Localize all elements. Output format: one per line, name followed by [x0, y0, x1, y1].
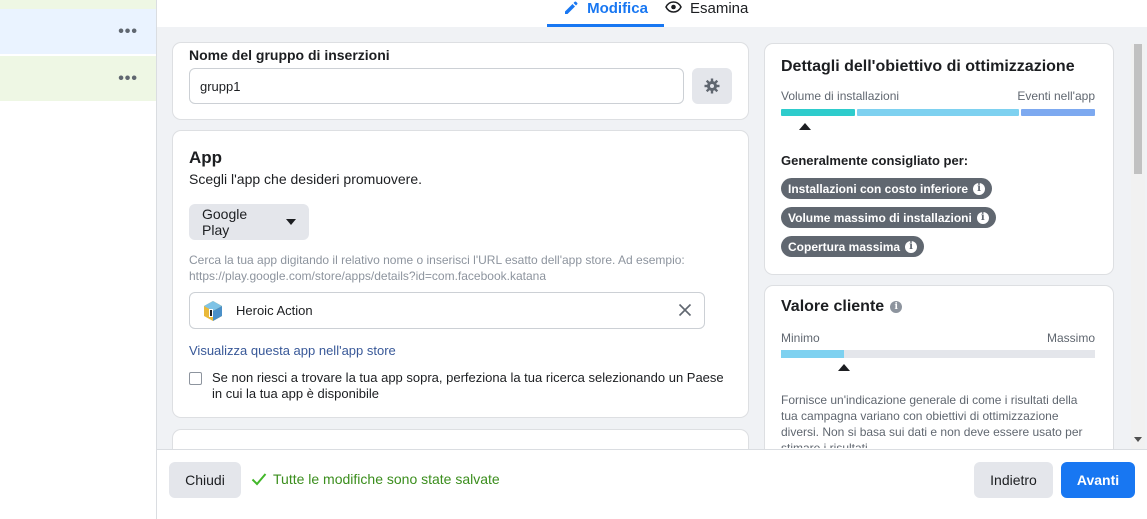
optimization-scale-bar: [781, 109, 1095, 116]
pill-label: Volume massimo di installazioni: [788, 210, 972, 225]
main-panel: Modifica Esamina Nome del gruppo di inse…: [157, 0, 1147, 519]
info-icon[interactable]: i: [976, 211, 989, 224]
selected-app-name: Heroic Action: [236, 303, 313, 318]
optimization-scale-labels: Volume di installazioni Eventi nell'app: [781, 89, 1095, 103]
recommended-label: Generalmente consigliato per:: [781, 153, 969, 168]
tabs-bar: Modifica Esamina: [157, 0, 1147, 27]
left-sidebar: ••• •••: [0, 0, 157, 519]
country-refine-option[interactable]: Se non riesci a trovare la tua app sopra…: [189, 370, 734, 402]
app-section-subtitle: Scegli l'app che desideri promuovere.: [189, 171, 423, 187]
app-card: App Scegli l'app che desideri promuovere…: [173, 131, 748, 417]
sidebar-row-top[interactable]: [0, 0, 156, 9]
info-icon[interactable]: i: [973, 182, 986, 195]
eye-icon: [665, 1, 682, 13]
optimization-details-card: Dettagli dell'obiettivo di ottimizzazion…: [765, 44, 1113, 274]
tab-review-label: Esamina: [690, 0, 749, 17]
more-icon[interactable]: •••: [118, 70, 138, 87]
scale-pointer-icon: [799, 123, 811, 130]
info-icon[interactable]: i: [890, 301, 903, 313]
customer-value-description: Fornisce un'indicazione generale di come…: [781, 393, 1083, 448]
app-search-field[interactable]: Heroic Action: [189, 292, 705, 329]
tab-review[interactable]: Esamina: [665, 0, 748, 27]
pencil-icon: [565, 1, 578, 14]
customer-value-title: Valore cliente i: [781, 298, 903, 316]
app-section-title: App: [189, 148, 223, 167]
customer-value-track: [781, 350, 1095, 358]
check-icon: [251, 473, 267, 486]
country-refine-checkbox[interactable]: [189, 372, 202, 385]
caret-down-icon: [286, 219, 296, 225]
back-button[interactable]: Indietro: [974, 462, 1053, 498]
country-refine-label: Se non riesci a trovare la tua app sopra…: [212, 370, 724, 401]
save-status: Tutte le modifiche sono state salvate: [251, 471, 500, 487]
customer-value-fill: [781, 350, 844, 358]
app-events-label: Eventi nell'app: [1017, 89, 1095, 103]
pill-label: Copertura massima: [788, 239, 901, 254]
tab-edit[interactable]: Modifica: [547, 0, 664, 27]
maximum-label: Massimo: [1046, 331, 1095, 345]
app-search-help: Cerca la tua app digitando il relativo n…: [189, 253, 685, 283]
scrollbar-thumb[interactable]: [1134, 44, 1142, 174]
optimization-details-title: Dettagli dell'obiettivo di ottimizzazion…: [781, 58, 1075, 75]
adset-name-label: Nome del gruppo di inserzioni: [189, 47, 390, 63]
footer-bar: Chiudi Tutte le modifiche sono state sal…: [157, 449, 1147, 519]
scrollbar[interactable]: [1131, 44, 1145, 449]
adset-name-card: Nome del gruppo di inserzioni grupp1: [173, 43, 748, 119]
minimum-label: Minimo: [781, 331, 820, 345]
recommendation-pill[interactable]: Copertura massima i: [781, 236, 925, 257]
customer-value-title-text: Valore cliente: [781, 298, 885, 315]
settings-button[interactable]: [692, 68, 732, 104]
sidebar-row-campaign[interactable]: •••: [0, 9, 156, 54]
install-volume-label: Volume di installazioni: [781, 89, 900, 103]
gear-icon: [704, 78, 720, 94]
scale-pointer-icon: [838, 364, 850, 371]
recommendation-pill[interactable]: Volume massimo di installazioni i: [781, 207, 996, 228]
app-store-dropdown[interactable]: Google Play: [189, 204, 309, 240]
scale-segment-1: [781, 109, 855, 116]
app-icon: [204, 300, 222, 321]
more-icon[interactable]: •••: [118, 23, 138, 40]
scale-segment-2: [857, 109, 1019, 116]
view-in-store-link[interactable]: Visualizza questa app nell'app store: [189, 343, 396, 358]
close-icon[interactable]: [678, 303, 692, 317]
customer-value-scale-labels: Minimo Massimo: [781, 331, 1095, 345]
app-store-label: Google Play: [202, 206, 248, 238]
scroll-down-icon[interactable]: [1134, 437, 1142, 442]
tab-edit-label: Modifica: [587, 0, 648, 17]
customer-value-card: Valore cliente i Minimo Massimo Fornisce…: [765, 286, 1113, 466]
close-button[interactable]: Chiudi: [169, 462, 241, 498]
save-status-text: Tutte le modifiche sono state salvate: [273, 471, 500, 487]
adset-name-input[interactable]: grupp1: [189, 68, 684, 104]
info-icon[interactable]: i: [905, 240, 918, 253]
next-button[interactable]: Avanti: [1061, 462, 1135, 498]
scale-segment-3: [1021, 109, 1095, 116]
recommendation-pill[interactable]: Installazioni con costo inferiore i: [781, 178, 993, 199]
pill-label: Installazioni con costo inferiore: [788, 181, 969, 196]
sidebar-row-adset[interactable]: •••: [0, 56, 156, 101]
